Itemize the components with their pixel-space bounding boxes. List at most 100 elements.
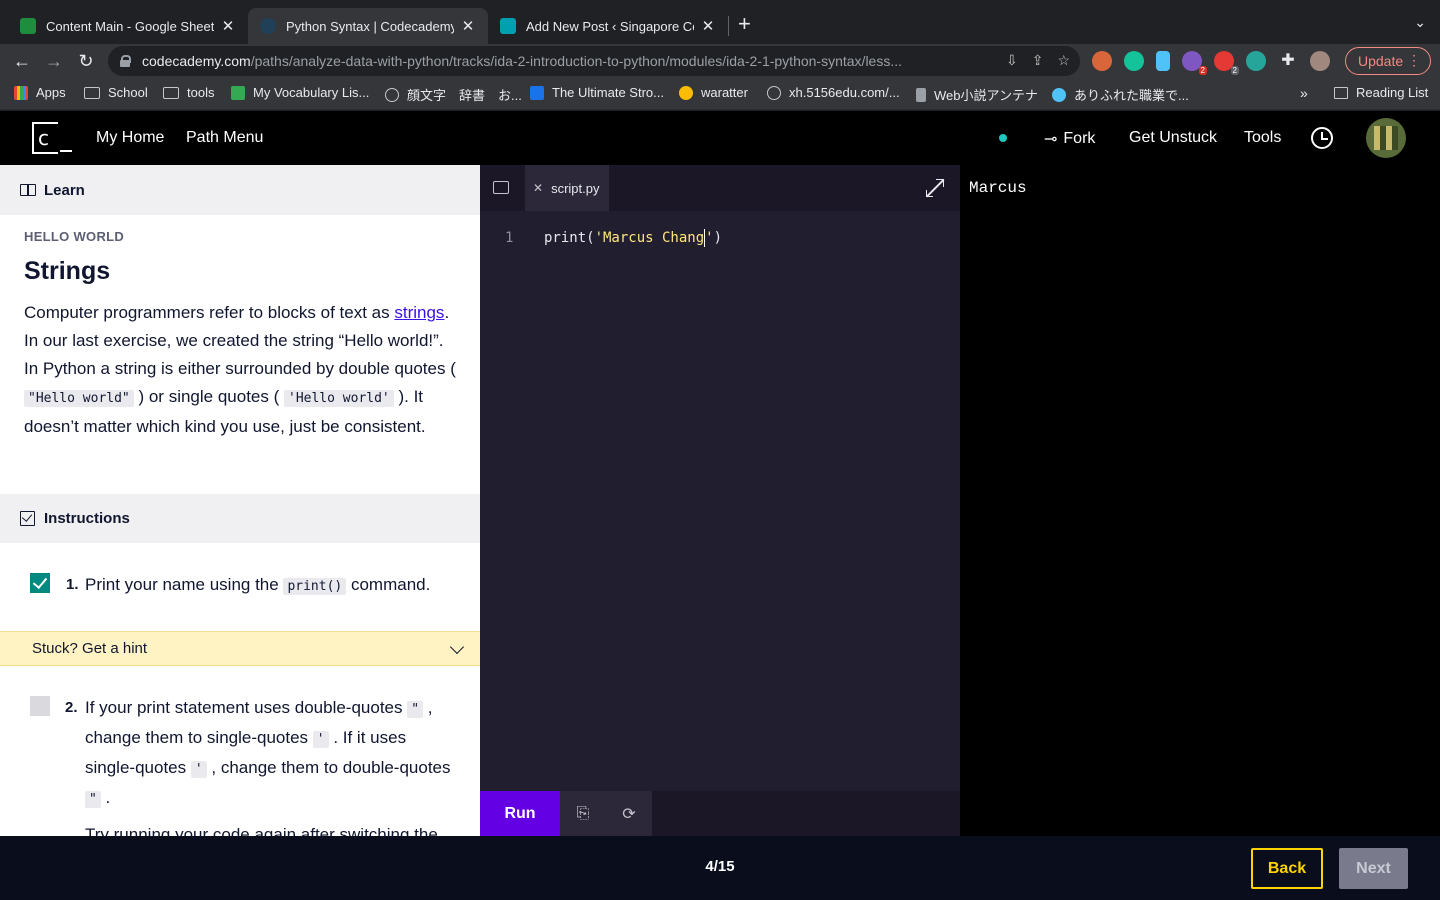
- code-call: print(: [544, 230, 595, 246]
- task-text-part: command.: [346, 575, 431, 594]
- bookmark-web-novel[interactable]: Web小説アンテナ: [916, 85, 1038, 104]
- bookmark-label: ありふれた職業で...: [1074, 88, 1189, 103]
- logo-letter: c: [38, 126, 49, 150]
- diamond-extension-icon[interactable]: [1156, 51, 1170, 71]
- red-extension-icon[interactable]: 2: [1214, 51, 1239, 75]
- puzzle-extensions-icon[interactable]: ✚: [1278, 51, 1298, 71]
- lesson-body: Computer programmers refer to blocks of …: [24, 299, 460, 441]
- code-close: ): [713, 230, 723, 246]
- expand-icon[interactable]: [926, 179, 944, 197]
- strings-link[interactable]: strings: [394, 303, 444, 322]
- back-arrow-icon[interactable]: ←: [9, 48, 35, 74]
- alarm-clock-icon[interactable]: [1311, 127, 1333, 149]
- fork-label: Fork: [1063, 130, 1096, 147]
- bookmark-arifureta[interactable]: ありふれた職業で...: [1052, 85, 1189, 104]
- browser-tab-strip: Content Main - Google Sheets ✕ Python Sy…: [0, 0, 1440, 44]
- tab-separator: [728, 16, 729, 36]
- task-checkbox-checked-icon[interactable]: [30, 573, 50, 593]
- tab-title: Python Syntax | Codecademy: [286, 18, 454, 34]
- tools-button[interactable]: Tools: [1244, 129, 1281, 147]
- jj-icon: [530, 85, 544, 100]
- reset-icon[interactable]: ⟳: [606, 791, 652, 836]
- bookmark-apps[interactable]: Apps: [14, 85, 66, 100]
- back-button[interactable]: Back: [1251, 848, 1323, 889]
- bookmark-waratter[interactable]: waratter: [679, 85, 748, 100]
- tab-title: Content Main - Google Sheets: [46, 18, 214, 34]
- get-unstuck-button[interactable]: Get Unstuck: [1129, 129, 1217, 147]
- line-number: 1: [505, 230, 514, 246]
- bookmark-tools[interactable]: tools: [163, 85, 214, 100]
- close-tab-icon[interactable]: ✕: [220, 17, 236, 35]
- reading-list-button[interactable]: Reading List: [1334, 85, 1428, 100]
- close-icon[interactable]: ✕: [533, 181, 543, 195]
- avatar[interactable]: [1366, 118, 1406, 158]
- path-menu-link[interactable]: Path Menu: [186, 129, 263, 147]
- bookmark-label: My Vocabulary Lis...: [253, 85, 370, 100]
- site-favicon-icon: [500, 18, 516, 34]
- code-quote: ': [312, 731, 329, 748]
- bookmark-ultimate[interactable]: The Ultimate Stro...: [530, 85, 664, 100]
- bookmark-xh5156[interactable]: xh.5156edu.com/...: [767, 85, 900, 100]
- bookmark-label: Apps: [36, 85, 66, 100]
- grammarly-icon[interactable]: [1124, 51, 1144, 71]
- bookmark-star-icon[interactable]: ☆: [1057, 52, 1070, 69]
- profile-avatar[interactable]: [1310, 51, 1330, 71]
- next-button[interactable]: Next: [1339, 848, 1408, 889]
- share-icon[interactable]: ⇪: [1032, 52, 1044, 69]
- gear-extension-icon[interactable]: 2: [1182, 51, 1207, 75]
- google-sheets-icon: [20, 18, 36, 34]
- learn-header: Learn: [0, 165, 480, 215]
- bookmark-school[interactable]: School: [84, 85, 148, 100]
- code-quote: ': [190, 761, 207, 778]
- close-tab-icon[interactable]: ✕: [700, 17, 716, 35]
- folder-icon[interactable]: [493, 181, 509, 194]
- my-home-link[interactable]: My Home: [96, 129, 164, 147]
- update-label: Update: [1358, 53, 1404, 69]
- body-text-3: ) or single quotes (: [133, 387, 284, 406]
- bookmark-vocabulary[interactable]: My Vocabulary Lis...: [231, 85, 369, 100]
- more-bookmarks-chevron-icon[interactable]: »: [1300, 85, 1308, 101]
- browser-tab-codecademy[interactable]: Python Syntax | Codecademy ✕: [248, 8, 488, 44]
- apps-grid-icon: [14, 85, 28, 100]
- fork-button[interactable]: ⊸ Fork: [1044, 129, 1095, 149]
- cookie-extension-icon[interactable]: [1092, 51, 1112, 71]
- tab-search-chevron-icon[interactable]: ⌄: [1414, 14, 1426, 31]
- globe-icon: [385, 87, 399, 102]
- run-button[interactable]: Run: [480, 791, 560, 836]
- codecademy-logo[interactable]: c: [32, 122, 72, 154]
- new-tab-plus-icon[interactable]: +: [738, 13, 751, 35]
- bookmark-label: 顔文字 辞書 お...: [407, 88, 522, 103]
- vocab-icon: [231, 85, 245, 100]
- task-text-part: If your print statement uses double-quot…: [85, 698, 408, 717]
- hint-bar[interactable]: Stuck? Get a hint: [0, 631, 480, 666]
- browser-tab-google-sheets[interactable]: Content Main - Google Sheets ✕: [8, 8, 248, 44]
- bookmark-label: xh.5156edu.com/...: [789, 85, 900, 100]
- folder-icon: [163, 86, 179, 99]
- fork-icon: ⊸: [1044, 131, 1058, 148]
- code-text[interactable]: print('Marcus Chang'): [544, 227, 722, 249]
- learn-title: Learn: [44, 181, 85, 199]
- logo-underscore: [60, 150, 72, 152]
- browser-tab-wordpress[interactable]: Add New Post ‹ Singapore Cod ✕: [488, 8, 728, 44]
- extension-badge: 2: [1198, 66, 1207, 75]
- reload-icon[interactable]: ↻: [73, 48, 99, 74]
- update-button[interactable]: Update ⋮: [1345, 47, 1431, 75]
- bookmark-kaomoji[interactable]: 顔文字 辞書 お...: [385, 85, 522, 104]
- checkbox-icon: [20, 511, 35, 526]
- close-tab-icon[interactable]: ✕: [460, 17, 476, 35]
- file-tab-script[interactable]: ✕ script.py: [525, 165, 609, 211]
- forward-arrow-icon[interactable]: →: [41, 48, 67, 74]
- code-single-quotes: 'Hello world': [284, 390, 394, 407]
- address-bar[interactable]: codecademy.com/paths/analyze-data-with-p…: [108, 46, 1080, 76]
- extensions-area: 2 2 ✚: [1092, 51, 1330, 75]
- output-terminal: Marcus: [960, 165, 1440, 836]
- install-app-icon[interactable]: ⇩: [1006, 52, 1018, 69]
- url-host: codecademy.com: [142, 53, 251, 69]
- code-line[interactable]: 1 print('Marcus Chang'): [480, 227, 960, 249]
- task-number: 2.: [65, 699, 78, 716]
- teal-extension-icon[interactable]: [1246, 51, 1266, 71]
- task-checkbox-empty-icon[interactable]: [30, 696, 50, 716]
- task-text-part: Print your name using the: [85, 575, 284, 594]
- bookmark-icon: [916, 87, 926, 102]
- clipboard-icon[interactable]: ⎘: [560, 791, 606, 836]
